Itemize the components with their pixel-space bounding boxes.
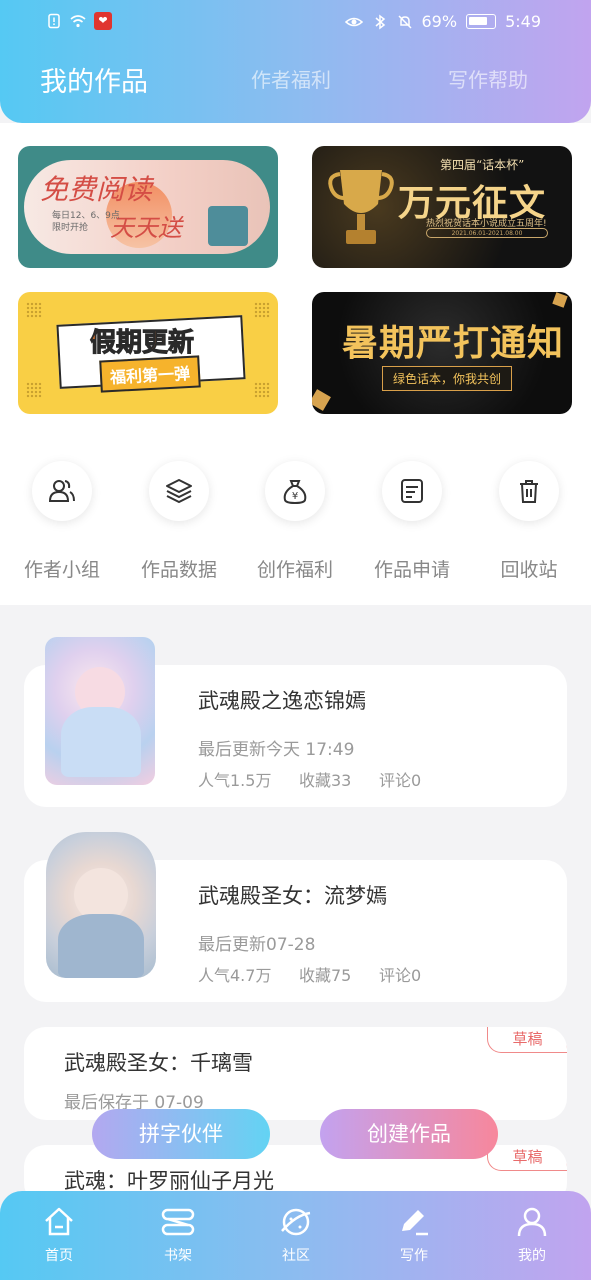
work-favorites: 收藏33: [299, 771, 352, 790]
quick-actions: 作者小组 作品数据 ¥ 创作福利 作品申请 回收站: [0, 433, 591, 605]
clock: 5:49: [505, 12, 541, 31]
bottom-nav: 首页 书架 社区 写作 我的: [0, 1191, 591, 1280]
draft-badge: 草稿: [487, 1027, 567, 1053]
create-work-button[interactable]: 创建作品: [320, 1109, 498, 1159]
mute-bell-icon: [397, 14, 412, 29]
pen-icon: [402, 1210, 428, 1236]
work-comments: 评论0: [379, 771, 422, 790]
work-title: 武魂殿圣女：流梦嫣: [198, 884, 387, 908]
work-popularity: 人气1.5万: [198, 771, 272, 790]
layers-icon: [166, 479, 192, 504]
work-updated: 最后更新07-28: [198, 935, 316, 955]
user-icon: [517, 1207, 547, 1237]
action-author-group[interactable]: 作者小组: [17, 461, 107, 582]
banner-summer-notice[interactable]: 暑期严打通知 绿色话本，你我共创: [312, 292, 572, 414]
nav-bookshelf[interactable]: 书架: [143, 1205, 213, 1265]
trophy-icon: [328, 170, 394, 244]
sim-alert-icon: [48, 13, 60, 29]
banner-free-reading[interactable]: 免费阅读 天天送 每日12、6、9点 限时开抢: [18, 146, 278, 268]
action-work-application[interactable]: 作品申请: [367, 461, 457, 582]
eye-icon: [344, 17, 363, 26]
planet-icon: [281, 1208, 311, 1236]
work-cover[interactable]: [46, 832, 156, 978]
nav-me[interactable]: 我的: [497, 1205, 567, 1265]
work-popularity: 人气4.7万: [198, 966, 272, 985]
nav-write[interactable]: 写作: [379, 1205, 449, 1265]
money-bag-icon: ¥: [283, 480, 307, 505]
header: ❤ 69% 5:49 我的作品 作者福利 写作帮助: [0, 0, 591, 123]
work-updated: 最后更新今天 17:49: [198, 740, 355, 760]
trash-icon: [520, 480, 538, 503]
banner-holiday-update[interactable]: 假期更新 福利第一弹: [18, 292, 278, 414]
banner-essay-contest[interactable]: 第四届“话本杯” 万元征文 热烈祝贺话本小说成立五周年! 2021.06.01-…: [312, 146, 572, 268]
work-favorites: 收藏75: [299, 966, 352, 985]
action-creation-benefits[interactable]: ¥ 创作福利: [250, 461, 340, 582]
nav-home[interactable]: 首页: [24, 1205, 94, 1265]
home-icon: [45, 1207, 73, 1236]
draft-card[interactable]: 草稿 武魂殿圣女：千璃雪 最后保存于 07-09: [24, 1027, 567, 1120]
tab-writing-help[interactable]: 写作帮助: [448, 64, 528, 93]
wifi-icon: [70, 15, 86, 28]
draft-title: 武魂殿圣女：千璃雪: [64, 1051, 253, 1075]
action-recycle-bin[interactable]: 回收站: [484, 461, 574, 582]
typing-partner-button[interactable]: 拼字伙伴: [92, 1109, 270, 1159]
svg-text:¥: ¥: [292, 491, 298, 502]
work-cover[interactable]: [45, 637, 155, 785]
tab-author-benefits[interactable]: 作者福利: [251, 64, 331, 93]
books-illustration: [208, 206, 248, 246]
battery-icon: [466, 14, 497, 29]
app-badge-icon: ❤: [94, 12, 112, 30]
draft-badge: 草稿: [487, 1145, 567, 1171]
header-tabs: 我的作品 作者福利 写作帮助: [0, 64, 591, 104]
banner-grid: 免费阅读 天天送 每日12、6、9点 限时开抢 第四届“话本杯” 万元征文 热烈…: [0, 123, 591, 433]
battery-percent: 69%: [421, 12, 458, 31]
work-comments: 评论0: [379, 966, 422, 985]
users-icon: [48, 480, 75, 502]
document-icon: [401, 479, 423, 503]
bluetooth-icon: [375, 14, 385, 29]
bookshelf-icon: [161, 1208, 195, 1236]
action-work-data[interactable]: 作品数据: [134, 461, 224, 582]
work-title: 武魂殿之逸恋锦嫣: [198, 689, 366, 713]
nav-community[interactable]: 社区: [261, 1205, 331, 1265]
status-bar: ❤ 69% 5:49: [0, 10, 591, 36]
tab-my-works[interactable]: 我的作品: [40, 60, 148, 99]
